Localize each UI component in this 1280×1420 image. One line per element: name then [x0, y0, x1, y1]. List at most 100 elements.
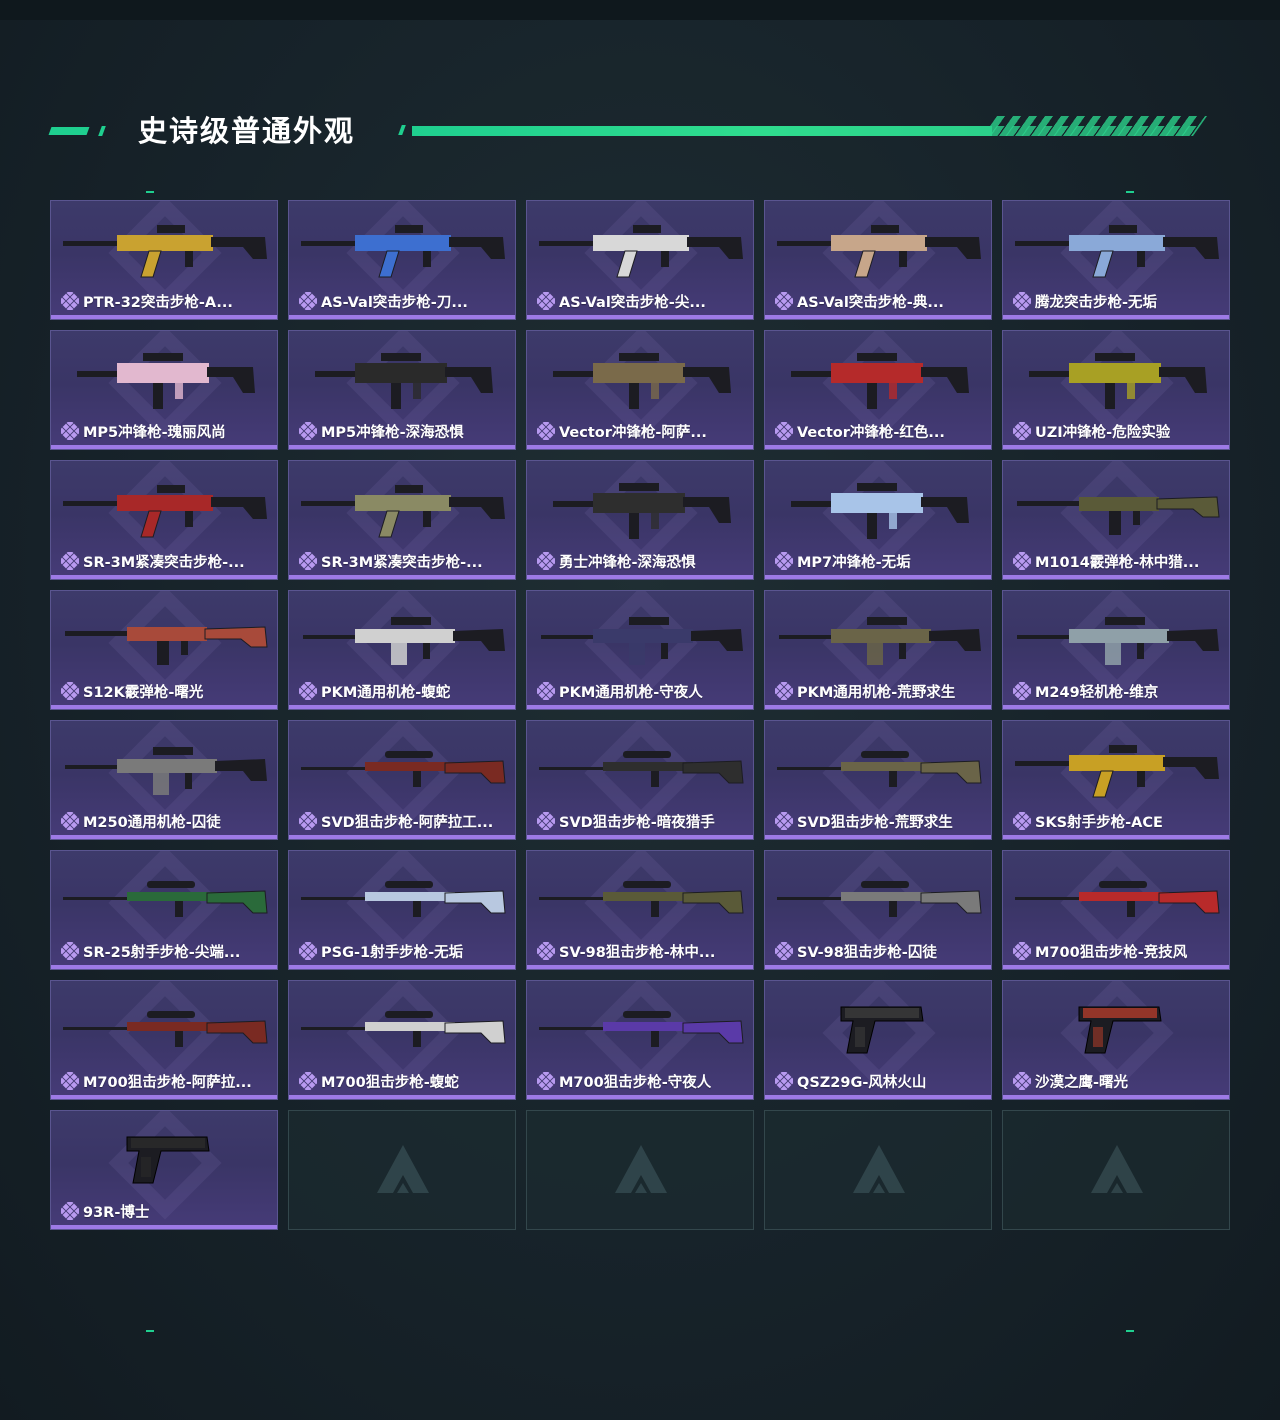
card-label-row: PKM通用机枪-荒野求生 — [772, 679, 985, 703]
skin-card[interactable]: AS-Val突击步枪-尖... — [526, 200, 754, 320]
skin-card[interactable]: M700狙击步枪-蝮蛇 — [288, 980, 516, 1100]
skin-name: SV-98狙击步枪-林中... — [559, 944, 716, 961]
skin-card[interactable]: UZI冲锋枪-危险实验 — [1002, 330, 1230, 450]
skin-card[interactable]: SV-98狙击步枪-林中... — [526, 850, 754, 970]
weapon-image — [57, 991, 273, 1063]
skin-card[interactable]: Vector冲锋枪-阿萨... — [526, 330, 754, 450]
weapon-image — [533, 341, 749, 413]
skin-card[interactable]: M1014霰弹枪-林中猎... — [1002, 460, 1230, 580]
rarity-diamond-icon — [296, 809, 320, 833]
skin-card[interactable]: QSZ29G-风林火山 — [764, 980, 992, 1100]
rarity-diamond-icon — [534, 549, 558, 573]
skin-card[interactable]: M700狙击步枪-竞技风 — [1002, 850, 1230, 970]
weapon-image — [57, 861, 273, 933]
skin-card[interactable]: 腾龙突击步枪-无垢 — [1002, 200, 1230, 320]
header-accent-tick-2 — [398, 125, 406, 135]
skin-card[interactable]: PTR-32突击步枪-A... — [50, 200, 278, 320]
weapon-image — [295, 211, 511, 283]
weapon-image — [771, 601, 987, 673]
rarity-diamond-icon — [58, 809, 82, 833]
skin-name: SVD狙击步枪-荒野求生 — [797, 814, 953, 831]
logo-watermark-icon — [609, 1139, 673, 1203]
skin-card[interactable]: SVD狙击步枪-暗夜猎手 — [526, 720, 754, 840]
rarity-diamond-icon — [534, 679, 558, 703]
empty-slot — [288, 1110, 516, 1230]
card-label-row: SR-3M紧凑突击步枪-... — [296, 549, 509, 573]
card-label-row: 93R-博士 — [58, 1199, 271, 1223]
weapon-image — [1009, 341, 1225, 413]
skin-card[interactable]: M250通用机枪-囚徒 — [50, 720, 278, 840]
skin-card[interactable]: 勇士冲锋枪-深海恐惧 — [526, 460, 754, 580]
skin-card[interactable]: PKM通用机枪-守夜人 — [526, 590, 754, 710]
skin-card[interactable]: M249轻机枪-维京 — [1002, 590, 1230, 710]
skin-name: UZI冲锋枪-危险实验 — [1035, 424, 1171, 441]
skin-grid: PTR-32突击步枪-A... AS-Val突击步枪-刀... AS-Val突击步枪… — [50, 200, 1230, 1230]
skin-card[interactable]: S12K霰弹枪-曙光 — [50, 590, 278, 710]
rarity-diamond-icon — [772, 679, 796, 703]
card-label-row: AS-Val突击步枪-尖... — [534, 289, 747, 313]
skin-card[interactable]: 93R-博士 — [50, 1110, 278, 1230]
skin-name: QSZ29G-风林火山 — [797, 1074, 927, 1091]
skin-card[interactable]: PKM通用机枪-荒野求生 — [764, 590, 992, 710]
card-label-row: M700狙击步枪-守夜人 — [534, 1069, 747, 1093]
skin-card[interactable]: MP7冲锋枪-无垢 — [764, 460, 992, 580]
skin-card[interactable]: 沙漠之鹰-曙光 — [1002, 980, 1230, 1100]
weapon-image — [533, 211, 749, 283]
corner-mark-tl — [146, 191, 154, 193]
skin-card[interactable]: MP5冲锋枪-深海恐惧 — [288, 330, 516, 450]
skin-card[interactable]: PKM通用机枪-蝮蛇 — [288, 590, 516, 710]
weapon-image — [1009, 731, 1225, 803]
card-label-row: SKS射手步枪-ACE — [1010, 809, 1223, 833]
weapon-image — [771, 341, 987, 413]
rarity-diamond-icon — [534, 289, 558, 313]
skin-name: PKM通用机枪-守夜人 — [559, 684, 703, 701]
card-label-row: M700狙击步枪-阿萨拉... — [58, 1069, 271, 1093]
skin-card[interactable]: AS-Val突击步枪-刀... — [288, 200, 516, 320]
skin-name: M250通用机枪-囚徒 — [83, 814, 221, 831]
rarity-diamond-icon — [58, 679, 82, 703]
skin-card[interactable]: PSG-1射手步枪-无垢 — [288, 850, 516, 970]
corner-mark-tr — [1126, 191, 1134, 193]
rarity-diamond-icon — [296, 289, 320, 313]
rarity-diamond-icon — [772, 549, 796, 573]
rarity-diamond-icon — [1010, 289, 1034, 313]
rarity-diamond-icon — [772, 289, 796, 313]
rarity-diamond-icon — [1010, 1069, 1034, 1093]
header-accent-line — [412, 126, 992, 136]
card-label-row: M700狙击步枪-蝮蛇 — [296, 1069, 509, 1093]
skin-card[interactable]: AS-Val突击步枪-典... — [764, 200, 992, 320]
weapon-image — [1009, 861, 1225, 933]
skin-card[interactable]: SR-3M紧凑突击步枪-... — [50, 460, 278, 580]
skin-card[interactable]: M700狙击步枪-阿萨拉... — [50, 980, 278, 1100]
weapon-image — [771, 471, 987, 543]
card-label-row: PKM通用机枪-蝮蛇 — [296, 679, 509, 703]
rarity-diamond-icon — [58, 1069, 82, 1093]
corner-mark-bl — [146, 1330, 154, 1332]
weapon-image — [57, 341, 273, 413]
rarity-diamond-icon — [296, 549, 320, 573]
skin-name: M700狙击步枪-阿萨拉... — [83, 1074, 252, 1091]
skin-name: 勇士冲锋枪-深海恐惧 — [559, 554, 696, 571]
skin-card[interactable]: Vector冲锋枪-红色... — [764, 330, 992, 450]
skin-card[interactable]: SVD狙击步枪-阿萨拉工... — [288, 720, 516, 840]
rarity-diamond-icon — [534, 809, 558, 833]
header-checker-pattern-2 — [981, 126, 1204, 136]
rarity-diamond-icon — [58, 419, 82, 443]
skin-name: AS-Val突击步枪-典... — [797, 294, 944, 311]
skin-card[interactable]: M700狙击步枪-守夜人 — [526, 980, 754, 1100]
card-label-row: UZI冲锋枪-危险实验 — [1010, 419, 1223, 443]
card-label-row: SR-25射手步枪-尖端... — [58, 939, 271, 963]
header-accent-bar — [48, 127, 90, 135]
skin-card[interactable]: SR-3M紧凑突击步枪-... — [288, 460, 516, 580]
skin-card[interactable]: MP5冲锋枪-瑰丽风尚 — [50, 330, 278, 450]
skin-card[interactable]: SR-25射手步枪-尖端... — [50, 850, 278, 970]
rarity-diamond-icon — [1010, 679, 1034, 703]
skin-name: MP5冲锋枪-深海恐惧 — [321, 424, 464, 441]
skin-card[interactable]: SV-98狙击步枪-囚徒 — [764, 850, 992, 970]
rarity-diamond-icon — [1010, 549, 1034, 573]
card-label-row: PKM通用机枪-守夜人 — [534, 679, 747, 703]
weapon-image — [295, 731, 511, 803]
section-header: 史诗级普通外观 — [0, 100, 1280, 160]
skin-card[interactable]: SVD狙击步枪-荒野求生 — [764, 720, 992, 840]
skin-card[interactable]: SKS射手步枪-ACE — [1002, 720, 1230, 840]
